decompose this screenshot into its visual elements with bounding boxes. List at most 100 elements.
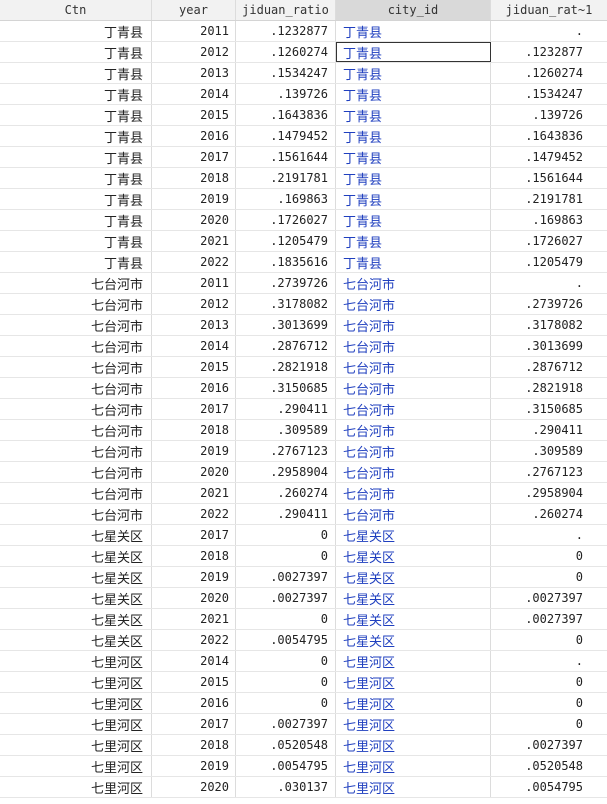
table-row[interactable]: 七里河区 2018.0520548 七里河区 .0027397	[0, 735, 607, 756]
cell-city-id[interactable]: 七台河市	[336, 462, 491, 482]
table-row[interactable]: 七台河市 2018.309589 七台河市 .290411	[0, 420, 607, 441]
cell-year[interactable]: 2016	[152, 126, 236, 146]
table-row[interactable]: 丁青县 2022.1835616 丁青县 .1205479	[0, 252, 607, 273]
cell-jiduan-ratio[interactable]: .2821918	[236, 357, 336, 377]
cell-ctn[interactable]: 七台河市	[0, 420, 152, 440]
cell-year[interactable]: 2015	[152, 672, 236, 692]
cell-jiduan-ratio[interactable]: .3013699	[236, 315, 336, 335]
cell-jiduan-ratio[interactable]: .2767123	[236, 441, 336, 461]
cell-jiduan-ratio[interactable]: .0027397	[236, 588, 336, 608]
table-row[interactable]: 丁青县 2020.1726027 丁青县 .169863	[0, 210, 607, 231]
cell-jiduan-ratio[interactable]: .2876712	[236, 336, 336, 356]
cell-city-id[interactable]: 七台河市	[336, 357, 491, 377]
cell-city-id[interactable]: 丁青县	[336, 105, 491, 125]
cell-city-id[interactable]: 七里河区	[336, 693, 491, 713]
table-row[interactable]: 七里河区 2016 0 七里河区 0	[0, 693, 607, 714]
table-row[interactable]: 七台河市 2022.290411 七台河市 .260274	[0, 504, 607, 525]
table-row[interactable]: 丁青县 2011.1232877 丁青县.	[0, 21, 607, 42]
cell-city-id[interactable]: 丁青县	[336, 84, 491, 104]
cell-city-id[interactable]: 七里河区	[336, 714, 491, 734]
cell-city-id[interactable]: 丁青县	[336, 126, 491, 146]
cell-ctn[interactable]: 七星关区	[0, 630, 152, 650]
cell-jiduan-ratio-lag[interactable]: 0	[491, 630, 607, 650]
cell-ctn[interactable]: 七台河市	[0, 357, 152, 377]
table-row[interactable]: 七里河区 2015 0 七里河区 0	[0, 672, 607, 693]
cell-city-id[interactable]: 七里河区	[336, 735, 491, 755]
table-row[interactable]: 七星关区 2017 0 七星关区.	[0, 525, 607, 546]
table-row[interactable]: 七星关区 2021 0 七星关区 .0027397	[0, 609, 607, 630]
cell-jiduan-ratio[interactable]: .1835616	[236, 252, 336, 272]
cell-jiduan-ratio-lag[interactable]: .1205479	[491, 252, 607, 272]
column-header-ctn[interactable]: Ctn	[0, 0, 152, 20]
table-row[interactable]: 七台河市 2016.3150685 七台河市 .2821918	[0, 378, 607, 399]
cell-jiduan-ratio[interactable]: 0	[236, 672, 336, 692]
cell-year[interactable]: 2022	[152, 252, 236, 272]
cell-jiduan-ratio-lag[interactable]: 0	[491, 714, 607, 734]
cell-jiduan-ratio[interactable]: .1479452	[236, 126, 336, 146]
cell-city-id[interactable]: 七里河区	[336, 756, 491, 776]
cell-ctn[interactable]: 丁青县	[0, 147, 152, 167]
cell-year[interactable]: 2013	[152, 63, 236, 83]
cell-year[interactable]: 2022	[152, 630, 236, 650]
cell-jiduan-ratio[interactable]: .0054795	[236, 756, 336, 776]
table-row[interactable]: 七台河市 2015.2821918 七台河市 .2876712	[0, 357, 607, 378]
table-row[interactable]: 七台河市 2012.3178082 七台河市 .2739726	[0, 294, 607, 315]
cell-ctn[interactable]: 七台河市	[0, 315, 152, 335]
cell-year[interactable]: 2016	[152, 378, 236, 398]
cell-ctn[interactable]: 七里河区	[0, 714, 152, 734]
cell-jiduan-ratio-lag[interactable]: .	[491, 525, 607, 545]
cell-jiduan-ratio-lag[interactable]: .2191781	[491, 189, 607, 209]
cell-city-id[interactable]: 丁青县	[336, 189, 491, 209]
cell-jiduan-ratio[interactable]: .139726	[236, 84, 336, 104]
table-row[interactable]: 七台河市 2019.2767123 七台河市 .309589	[0, 441, 607, 462]
table-row[interactable]: 七星关区 2020.0027397 七星关区 .0027397	[0, 588, 607, 609]
cell-jiduan-ratio[interactable]: .1260274	[236, 42, 336, 62]
cell-city-id[interactable]: 七里河区	[336, 777, 491, 797]
cell-year[interactable]: 2012	[152, 294, 236, 314]
cell-year[interactable]: 2017	[152, 525, 236, 545]
cell-ctn[interactable]: 七里河区	[0, 693, 152, 713]
cell-year[interactable]: 2015	[152, 105, 236, 125]
cell-ctn[interactable]: 七台河市	[0, 504, 152, 524]
table-row[interactable]: 丁青县 2014.139726 丁青县 .1534247	[0, 84, 607, 105]
cell-city-id[interactable]: 七星关区	[336, 546, 491, 566]
cell-ctn[interactable]: 丁青县	[0, 42, 152, 62]
cell-ctn[interactable]: 七台河市	[0, 483, 152, 503]
cell-ctn[interactable]: 丁青县	[0, 63, 152, 83]
table-row[interactable]: 七里河区 2014 0 七里河区.	[0, 651, 607, 672]
cell-year[interactable]: 2022	[152, 504, 236, 524]
cell-city-id[interactable]: 七台河市	[336, 336, 491, 356]
cell-ctn[interactable]: 丁青县	[0, 126, 152, 146]
table-row[interactable]: 丁青县 2019.169863 丁青县 .2191781	[0, 189, 607, 210]
cell-year[interactable]: 2021	[152, 483, 236, 503]
cell-year[interactable]: 2019	[152, 756, 236, 776]
column-header-jiduan-ratio[interactable]: jiduan_ratio	[236, 0, 336, 20]
table-row[interactable]: 七星关区 2018 0 七星关区 0	[0, 546, 607, 567]
cell-jiduan-ratio-lag[interactable]: .1232877	[491, 42, 607, 62]
cell-year[interactable]: 2014	[152, 84, 236, 104]
cell-city-id[interactable]: 七星关区	[336, 609, 491, 629]
cell-year[interactable]: 2020	[152, 777, 236, 797]
cell-year[interactable]: 2018	[152, 735, 236, 755]
cell-jiduan-ratio-lag[interactable]: .2958904	[491, 483, 607, 503]
cell-city-id[interactable]: 丁青县	[336, 252, 491, 272]
cell-jiduan-ratio[interactable]: .309589	[236, 420, 336, 440]
cell-year[interactable]: 2011	[152, 21, 236, 41]
cell-jiduan-ratio-lag[interactable]: .309589	[491, 441, 607, 461]
table-row[interactable]: 七台河市 2021.260274 七台河市 .2958904	[0, 483, 607, 504]
cell-jiduan-ratio-lag[interactable]: 0	[491, 672, 607, 692]
cell-jiduan-ratio[interactable]: 0	[236, 546, 336, 566]
cell-jiduan-ratio[interactable]: .1205479	[236, 231, 336, 251]
cell-jiduan-ratio-lag[interactable]: .1534247	[491, 84, 607, 104]
cell-year[interactable]: 2020	[152, 588, 236, 608]
cell-jiduan-ratio-lag[interactable]: .290411	[491, 420, 607, 440]
cell-jiduan-ratio-lag[interactable]: .3013699	[491, 336, 607, 356]
cell-jiduan-ratio[interactable]: .1561644	[236, 147, 336, 167]
cell-jiduan-ratio-lag[interactable]: 0	[491, 546, 607, 566]
cell-city-id[interactable]: 七台河市	[336, 420, 491, 440]
cell-city-id[interactable]: 七星关区	[336, 567, 491, 587]
cell-year[interactable]: 2018	[152, 168, 236, 188]
cell-jiduan-ratio[interactable]: .1534247	[236, 63, 336, 83]
column-header-jiduan-ratio-lag[interactable]: jiduan_rat~1	[491, 0, 607, 20]
cell-jiduan-ratio-lag[interactable]: .169863	[491, 210, 607, 230]
